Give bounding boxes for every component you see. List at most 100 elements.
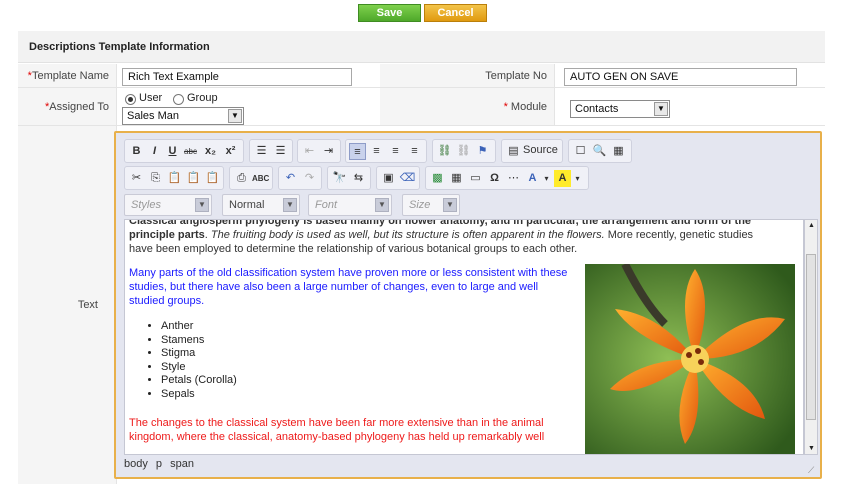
section-title: Descriptions Template Information [18, 31, 825, 63]
size-combo[interactable]: Size ▼ [402, 194, 460, 216]
redo-icon[interactable]: ↷ [301, 170, 318, 187]
align-right-icon[interactable]: ≡ [387, 143, 404, 160]
list-item: Style [161, 361, 237, 375]
find-icon[interactable]: 🔭 [331, 170, 348, 187]
select-all-icon[interactable]: ▣ [380, 170, 397, 187]
list-item: Anther [161, 320, 237, 334]
group-radio-label: Group [187, 92, 218, 104]
divider [116, 64, 117, 87]
chevron-down-icon[interactable]: ▼ [195, 198, 209, 212]
rich-text-editor: B I U abc x₂ x² ☰ ☰ ⇤ ⇥ ≡ ≡ ≡ ≡ ⛓ ⛓ ⚑ ▤ … [114, 131, 822, 479]
template-no-input[interactable]: AUTO GEN ON SAVE [564, 68, 797, 86]
select-group: ▣ ⌫ [376, 166, 420, 190]
chevron-down-icon[interactable]: ▼ [375, 198, 389, 212]
path-item[interactable]: body [124, 458, 148, 470]
image-icon[interactable]: ▩ [429, 170, 446, 187]
assigned-user-value: Sales Man [127, 110, 179, 122]
chevron-down-icon[interactable]: ▼ [443, 198, 457, 212]
bold-button[interactable]: B [128, 143, 145, 160]
template-name-input[interactable]: Rich Text Example [122, 68, 352, 86]
chevron-down-icon[interactable]: ▾ [538, 170, 555, 187]
list-group: ☰ ☰ [249, 139, 293, 163]
anchor-flag-icon[interactable]: ⚑ [474, 143, 491, 160]
paste-icon[interactable]: 📋 [166, 170, 183, 187]
paste-text-icon[interactable]: 📋 [185, 170, 202, 187]
save-button[interactable]: Save [358, 4, 421, 22]
paste-word-icon[interactable]: 📋 [204, 170, 221, 187]
page-break-icon[interactable]: ⋯ [505, 170, 522, 187]
text-style-group: B I U abc x₂ x² [124, 139, 244, 163]
module-label: * Module [380, 101, 547, 113]
preview-icon[interactable]: 🔍 [591, 143, 608, 160]
align-center-icon[interactable]: ≡ [368, 143, 385, 160]
blue-paragraph: Many parts of the old classification sys… [129, 266, 575, 308]
path-item[interactable]: p [156, 458, 162, 470]
resize-grip-icon[interactable]: ⟋ [808, 465, 817, 475]
indent-group: ⇤ ⇥ [297, 139, 341, 163]
chevron-down-icon[interactable]: ▼ [228, 109, 242, 123]
font-combo-label: Font [315, 199, 338, 211]
styles-combo-label: Styles [131, 199, 161, 211]
user-radio[interactable] [125, 94, 136, 105]
chevron-down-icon[interactable]: ▼ [283, 198, 297, 212]
horizontal-rule-icon[interactable]: ▭ [467, 170, 484, 187]
document-group: ☐ 🔍 ▦ [568, 139, 632, 163]
module-select[interactable]: Contacts ▼ [570, 100, 670, 118]
path-item[interactable]: span [170, 458, 194, 470]
red-paragraph: The changes to the classical system have… [129, 416, 579, 444]
font-combo[interactable]: Font ▼ [308, 194, 392, 216]
module-label-text: Module [510, 101, 547, 113]
scroll-thumb[interactable] [806, 254, 816, 420]
assigned-user-select[interactable]: Sales Man ▼ [122, 107, 244, 125]
source-icon[interactable]: ▤ [505, 143, 522, 160]
templates-icon[interactable]: ▦ [610, 143, 627, 160]
source-button-label[interactable]: Source [523, 144, 558, 156]
assigned-to-row: *Assigned To User Group Sales Man ▼ * Mo… [18, 88, 825, 126]
unlink-icon[interactable]: ⛓ [455, 143, 472, 160]
divider [554, 64, 555, 87]
lily-flower-image [585, 264, 795, 454]
print-group: ⎙ ABC [229, 166, 273, 190]
underline-button[interactable]: U [164, 143, 181, 160]
justify-icon[interactable]: ≡ [406, 143, 423, 160]
undo-group: ↶ ↷ [278, 166, 322, 190]
replace-icon[interactable]: ⇆ [350, 170, 367, 187]
special-char-icon[interactable]: Ω [486, 170, 503, 187]
align-left-icon[interactable]: ≡ [349, 143, 366, 160]
numbered-list-icon[interactable]: ☰ [253, 143, 270, 160]
divider [116, 88, 117, 125]
spellcheck-icon[interactable]: ABC [252, 170, 269, 187]
divider [554, 88, 555, 125]
chevron-down-icon[interactable]: ▼ [654, 102, 668, 116]
italic-phrase: The fruiting body is used as well, but i… [210, 229, 605, 241]
cut-icon[interactable]: ✂ [128, 170, 145, 187]
bulleted-list-icon[interactable]: ☰ [272, 143, 289, 160]
clipboard-group: ✂ ⎘ 📋 📋 📋 [124, 166, 224, 190]
scroll-down-icon[interactable]: ▼ [808, 445, 815, 452]
chevron-down-icon[interactable]: ▾ [569, 170, 586, 187]
link-icon[interactable]: ⛓ [436, 143, 453, 160]
editor-content[interactable]: Classical angiosperm phylogeny is based … [124, 219, 804, 455]
copy-icon[interactable]: ⎘ [147, 170, 164, 187]
intro-paragraph: Classical angiosperm phylogeny is based … [129, 220, 769, 256]
styles-combo[interactable]: Styles ▼ [124, 194, 212, 216]
new-page-icon[interactable]: ☐ [572, 143, 589, 160]
indent-icon[interactable]: ⇥ [320, 143, 337, 160]
remove-format-icon[interactable]: ⌫ [399, 170, 416, 187]
outdent-icon[interactable]: ⇤ [301, 143, 318, 160]
group-radio[interactable] [173, 94, 184, 105]
strikethrough-button[interactable]: abc [182, 143, 199, 160]
print-icon[interactable]: ⎙ [233, 170, 250, 187]
subscript-button[interactable]: x₂ [202, 143, 219, 160]
undo-icon[interactable]: ↶ [282, 170, 299, 187]
italic-button[interactable]: I [146, 143, 163, 160]
editor-scrollbar[interactable]: ▲ ▼ [804, 219, 818, 455]
cancel-button[interactable]: Cancel [424, 4, 487, 22]
list-item: Stamens [161, 334, 237, 348]
format-combo[interactable]: Normal ▼ [222, 194, 300, 216]
scroll-up-icon[interactable]: ▲ [808, 222, 815, 229]
table-icon[interactable]: ▦ [448, 170, 465, 187]
text-label: Text [77, 299, 98, 311]
list-item: Petals (Corolla) [161, 374, 237, 388]
superscript-button[interactable]: x² [222, 143, 239, 160]
